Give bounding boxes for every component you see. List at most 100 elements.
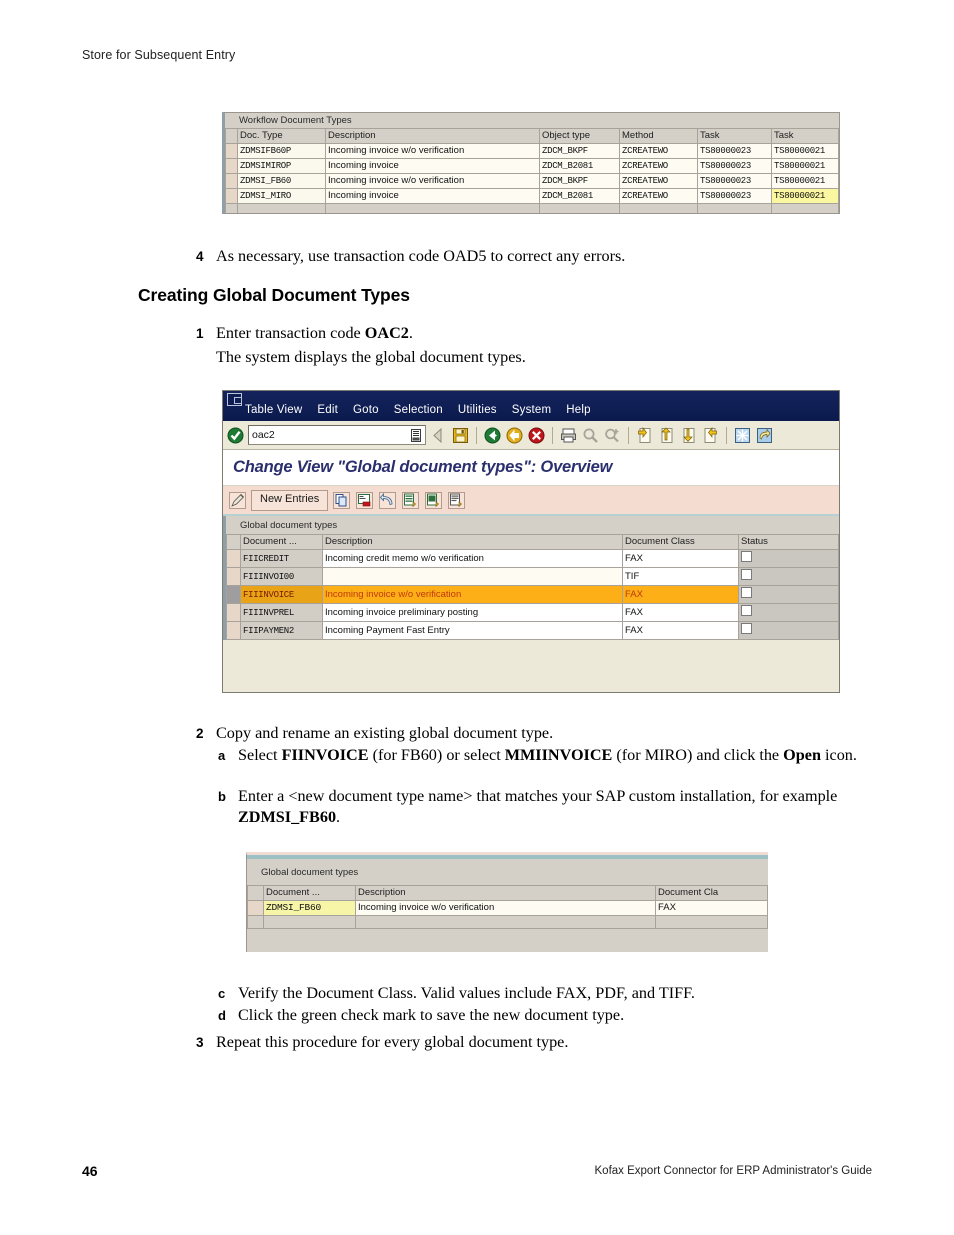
- cell-object-type[interactable]: ZDCM_BKPF: [539, 173, 620, 189]
- cell-doc-type[interactable]: ZDMSI_MIRO: [237, 188, 326, 204]
- shortcut-icon[interactable]: [755, 426, 774, 445]
- details-icon[interactable]: [447, 491, 466, 510]
- column-header-description[interactable]: Description: [325, 128, 540, 144]
- cell-method[interactable]: ZCREATEWO: [619, 143, 698, 159]
- row-selector[interactable]: [225, 143, 238, 159]
- next-page-icon[interactable]: [679, 426, 698, 445]
- cell-document[interactable]: ZDMSI_FB60: [263, 900, 356, 916]
- cell-task-2[interactable]: TS80000021: [771, 158, 839, 174]
- table-row[interactable]: ZDMSIFB60P Incoming invoice w/o verifica…: [225, 143, 839, 159]
- select-all-icon[interactable]: [401, 491, 420, 510]
- cell-document[interactable]: FIIPAYMEN2: [240, 621, 323, 640]
- cell-document[interactable]: FIIINVPREL: [240, 603, 323, 622]
- cell-object-type[interactable]: ZDCM_B2081: [539, 188, 620, 204]
- last-page-icon[interactable]: [701, 426, 720, 445]
- new-entries-button[interactable]: New Entries: [251, 489, 329, 511]
- cell-object-type[interactable]: ZDCM_BKPF: [539, 143, 620, 159]
- cell-doc-type[interactable]: ZDMSI_FB60: [237, 173, 326, 189]
- row-selector[interactable]: [247, 900, 264, 916]
- column-header-method[interactable]: Method: [619, 128, 698, 144]
- cell-method[interactable]: ZCREATEWO: [619, 188, 698, 204]
- find-icon[interactable]: [581, 426, 600, 445]
- back-arrow-icon[interactable]: [429, 426, 448, 445]
- menu-item-goto[interactable]: Goto: [353, 404, 379, 416]
- column-header-description[interactable]: Description: [355, 885, 656, 901]
- row-selector[interactable]: [226, 603, 241, 622]
- cell-document[interactable]: FIICREDIT: [240, 549, 323, 568]
- command-field[interactable]: oac2: [248, 425, 426, 445]
- column-header-object-type[interactable]: Object type: [539, 128, 620, 144]
- cancel-red-icon[interactable]: [527, 426, 546, 445]
- pencil-edit-icon[interactable]: [228, 491, 247, 510]
- cell-status[interactable]: [738, 585, 839, 604]
- cell-description[interactable]: Incoming invoice: [325, 158, 540, 174]
- menu-item-table-view[interactable]: Table View: [245, 404, 302, 416]
- column-header-document[interactable]: Document ...: [263, 885, 356, 901]
- cell-task-1[interactable]: TS80000023: [697, 158, 772, 174]
- table-row[interactable]: FIICREDIT Incoming credit memo w/o verif…: [226, 549, 839, 568]
- cell-object-type[interactable]: ZDCM_B2081: [539, 158, 620, 174]
- menu-item-selection[interactable]: Selection: [394, 404, 443, 416]
- cell-task-2[interactable]: TS80000021: [771, 143, 839, 159]
- table-row[interactable]: FIIINVPREL Incoming invoice preliminary …: [226, 603, 839, 622]
- status-checkbox[interactable]: [741, 605, 752, 616]
- table-row[interactable]: ZDMSIMIROP Incoming invoice ZDCM_B2081 Z…: [225, 158, 839, 174]
- previous-page-icon[interactable]: [657, 426, 676, 445]
- menu-item-system[interactable]: System: [512, 404, 552, 416]
- enter-check-icon[interactable]: [226, 426, 245, 445]
- cell-description[interactable]: Incoming Payment Fast Entry: [322, 621, 623, 640]
- column-header-document-class[interactable]: Document Cla: [655, 885, 768, 901]
- column-header-task-1[interactable]: Task: [697, 128, 772, 144]
- cell-document-class[interactable]: FAX: [622, 585, 739, 604]
- status-checkbox[interactable]: [741, 623, 752, 634]
- cell-description[interactable]: Incoming invoice w/o verification: [325, 173, 540, 189]
- new-session-icon[interactable]: [733, 426, 752, 445]
- column-header-task-2[interactable]: Task: [771, 128, 839, 144]
- cell-document-class[interactable]: FAX: [622, 621, 739, 640]
- row-selector[interactable]: [225, 203, 238, 213]
- cell-description[interactable]: Incoming credit memo w/o verification: [322, 549, 623, 568]
- row-selector[interactable]: [225, 188, 238, 204]
- column-header-document-class[interactable]: Document Class: [622, 534, 739, 550]
- cell-method[interactable]: ZCREATEWO: [619, 173, 698, 189]
- table-row[interactable]: FIIINVOI00 TIF: [226, 567, 839, 586]
- exit-yellow-icon[interactable]: [505, 426, 524, 445]
- cell-document[interactable]: FIIINVOICE: [240, 585, 323, 604]
- column-header-description[interactable]: Description: [322, 534, 623, 550]
- status-checkbox[interactable]: [741, 551, 752, 562]
- print-icon[interactable]: [559, 426, 578, 445]
- find-next-icon[interactable]: [603, 426, 622, 445]
- column-header-status[interactable]: Status: [738, 534, 839, 550]
- row-selector[interactable]: [247, 915, 264, 929]
- cell-task-1[interactable]: TS80000023: [697, 143, 772, 159]
- undo-arrow-icon[interactable]: [378, 491, 397, 510]
- cell-description[interactable]: Incoming invoice w/o verification: [322, 585, 623, 604]
- menu-item-edit[interactable]: Edit: [317, 404, 338, 416]
- row-selector[interactable]: [226, 549, 241, 568]
- row-selector[interactable]: [226, 621, 241, 640]
- cell-task-1[interactable]: TS80000023: [697, 173, 772, 189]
- cell-description[interactable]: [322, 567, 623, 586]
- system-menu-icon[interactable]: [227, 393, 242, 406]
- undo-copy-icon[interactable]: [355, 491, 374, 510]
- status-checkbox[interactable]: [741, 587, 752, 598]
- table-row[interactable]: ZDMSI_FB60 Incoming invoice w/o verifica…: [247, 900, 768, 916]
- column-header-doc-type[interactable]: Doc. Type: [237, 128, 326, 144]
- menu-item-help[interactable]: Help: [566, 404, 590, 416]
- cell-document-class[interactable]: FAX: [655, 900, 768, 916]
- cell-task-1[interactable]: TS80000023: [697, 188, 772, 204]
- cell-description[interactable]: Incoming invoice: [325, 188, 540, 204]
- cell-document-class[interactable]: TIF: [622, 567, 739, 586]
- command-history-icon[interactable]: [410, 428, 422, 442]
- table-row[interactable]: ZDMSI_FB60 Incoming invoice w/o verifica…: [225, 173, 839, 189]
- row-selector[interactable]: [226, 567, 241, 586]
- save-icon[interactable]: [451, 426, 470, 445]
- cell-description[interactable]: Incoming invoice w/o verification: [355, 900, 656, 916]
- cell-task-2[interactable]: TS80000021: [771, 173, 839, 189]
- cell-status[interactable]: [738, 567, 839, 586]
- row-selector[interactable]: [226, 585, 241, 604]
- cell-status[interactable]: [738, 621, 839, 640]
- cell-description[interactable]: Incoming invoice w/o verification: [325, 143, 540, 159]
- row-selector[interactable]: [225, 158, 238, 174]
- table-row-selected[interactable]: FIIINVOICE Incoming invoice w/o verifica…: [226, 585, 839, 604]
